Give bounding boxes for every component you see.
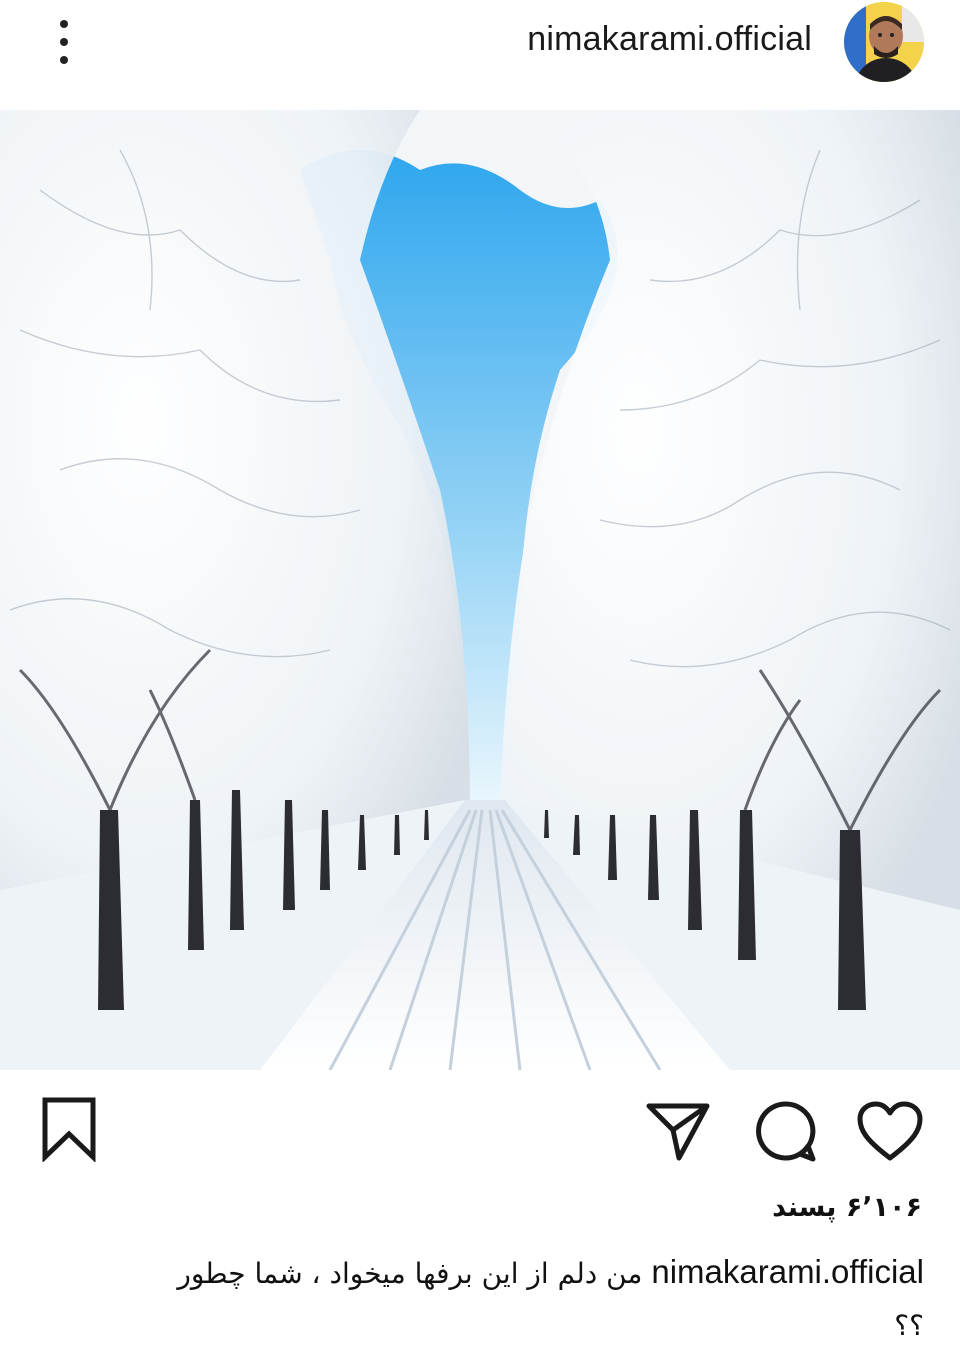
- caption-username[interactable]: nimakarami.official: [651, 1253, 924, 1290]
- post-actions: [0, 1080, 960, 1190]
- avatar[interactable]: [844, 2, 924, 82]
- comment-icon[interactable]: [752, 1098, 818, 1164]
- post-header: nimakarami.official: [0, 0, 960, 96]
- bookmark-icon[interactable]: [40, 1096, 98, 1162]
- header-username[interactable]: nimakarami.official: [527, 20, 812, 59]
- dot: [60, 38, 68, 46]
- avatar-image: [844, 2, 924, 82]
- snow-road-illustration: [0, 110, 960, 1070]
- dot: [60, 56, 68, 64]
- dot: [60, 20, 68, 28]
- more-options-icon[interactable]: [44, 16, 84, 68]
- post-image[interactable]: [0, 110, 960, 1070]
- post-caption: nimakarami.official من دلم از این برفها …: [144, 1246, 924, 1352]
- send-icon[interactable]: [645, 1100, 711, 1162]
- heart-icon[interactable]: [856, 1100, 924, 1162]
- likes-count[interactable]: ۶٬۱۰۶ پسند: [772, 1192, 922, 1223]
